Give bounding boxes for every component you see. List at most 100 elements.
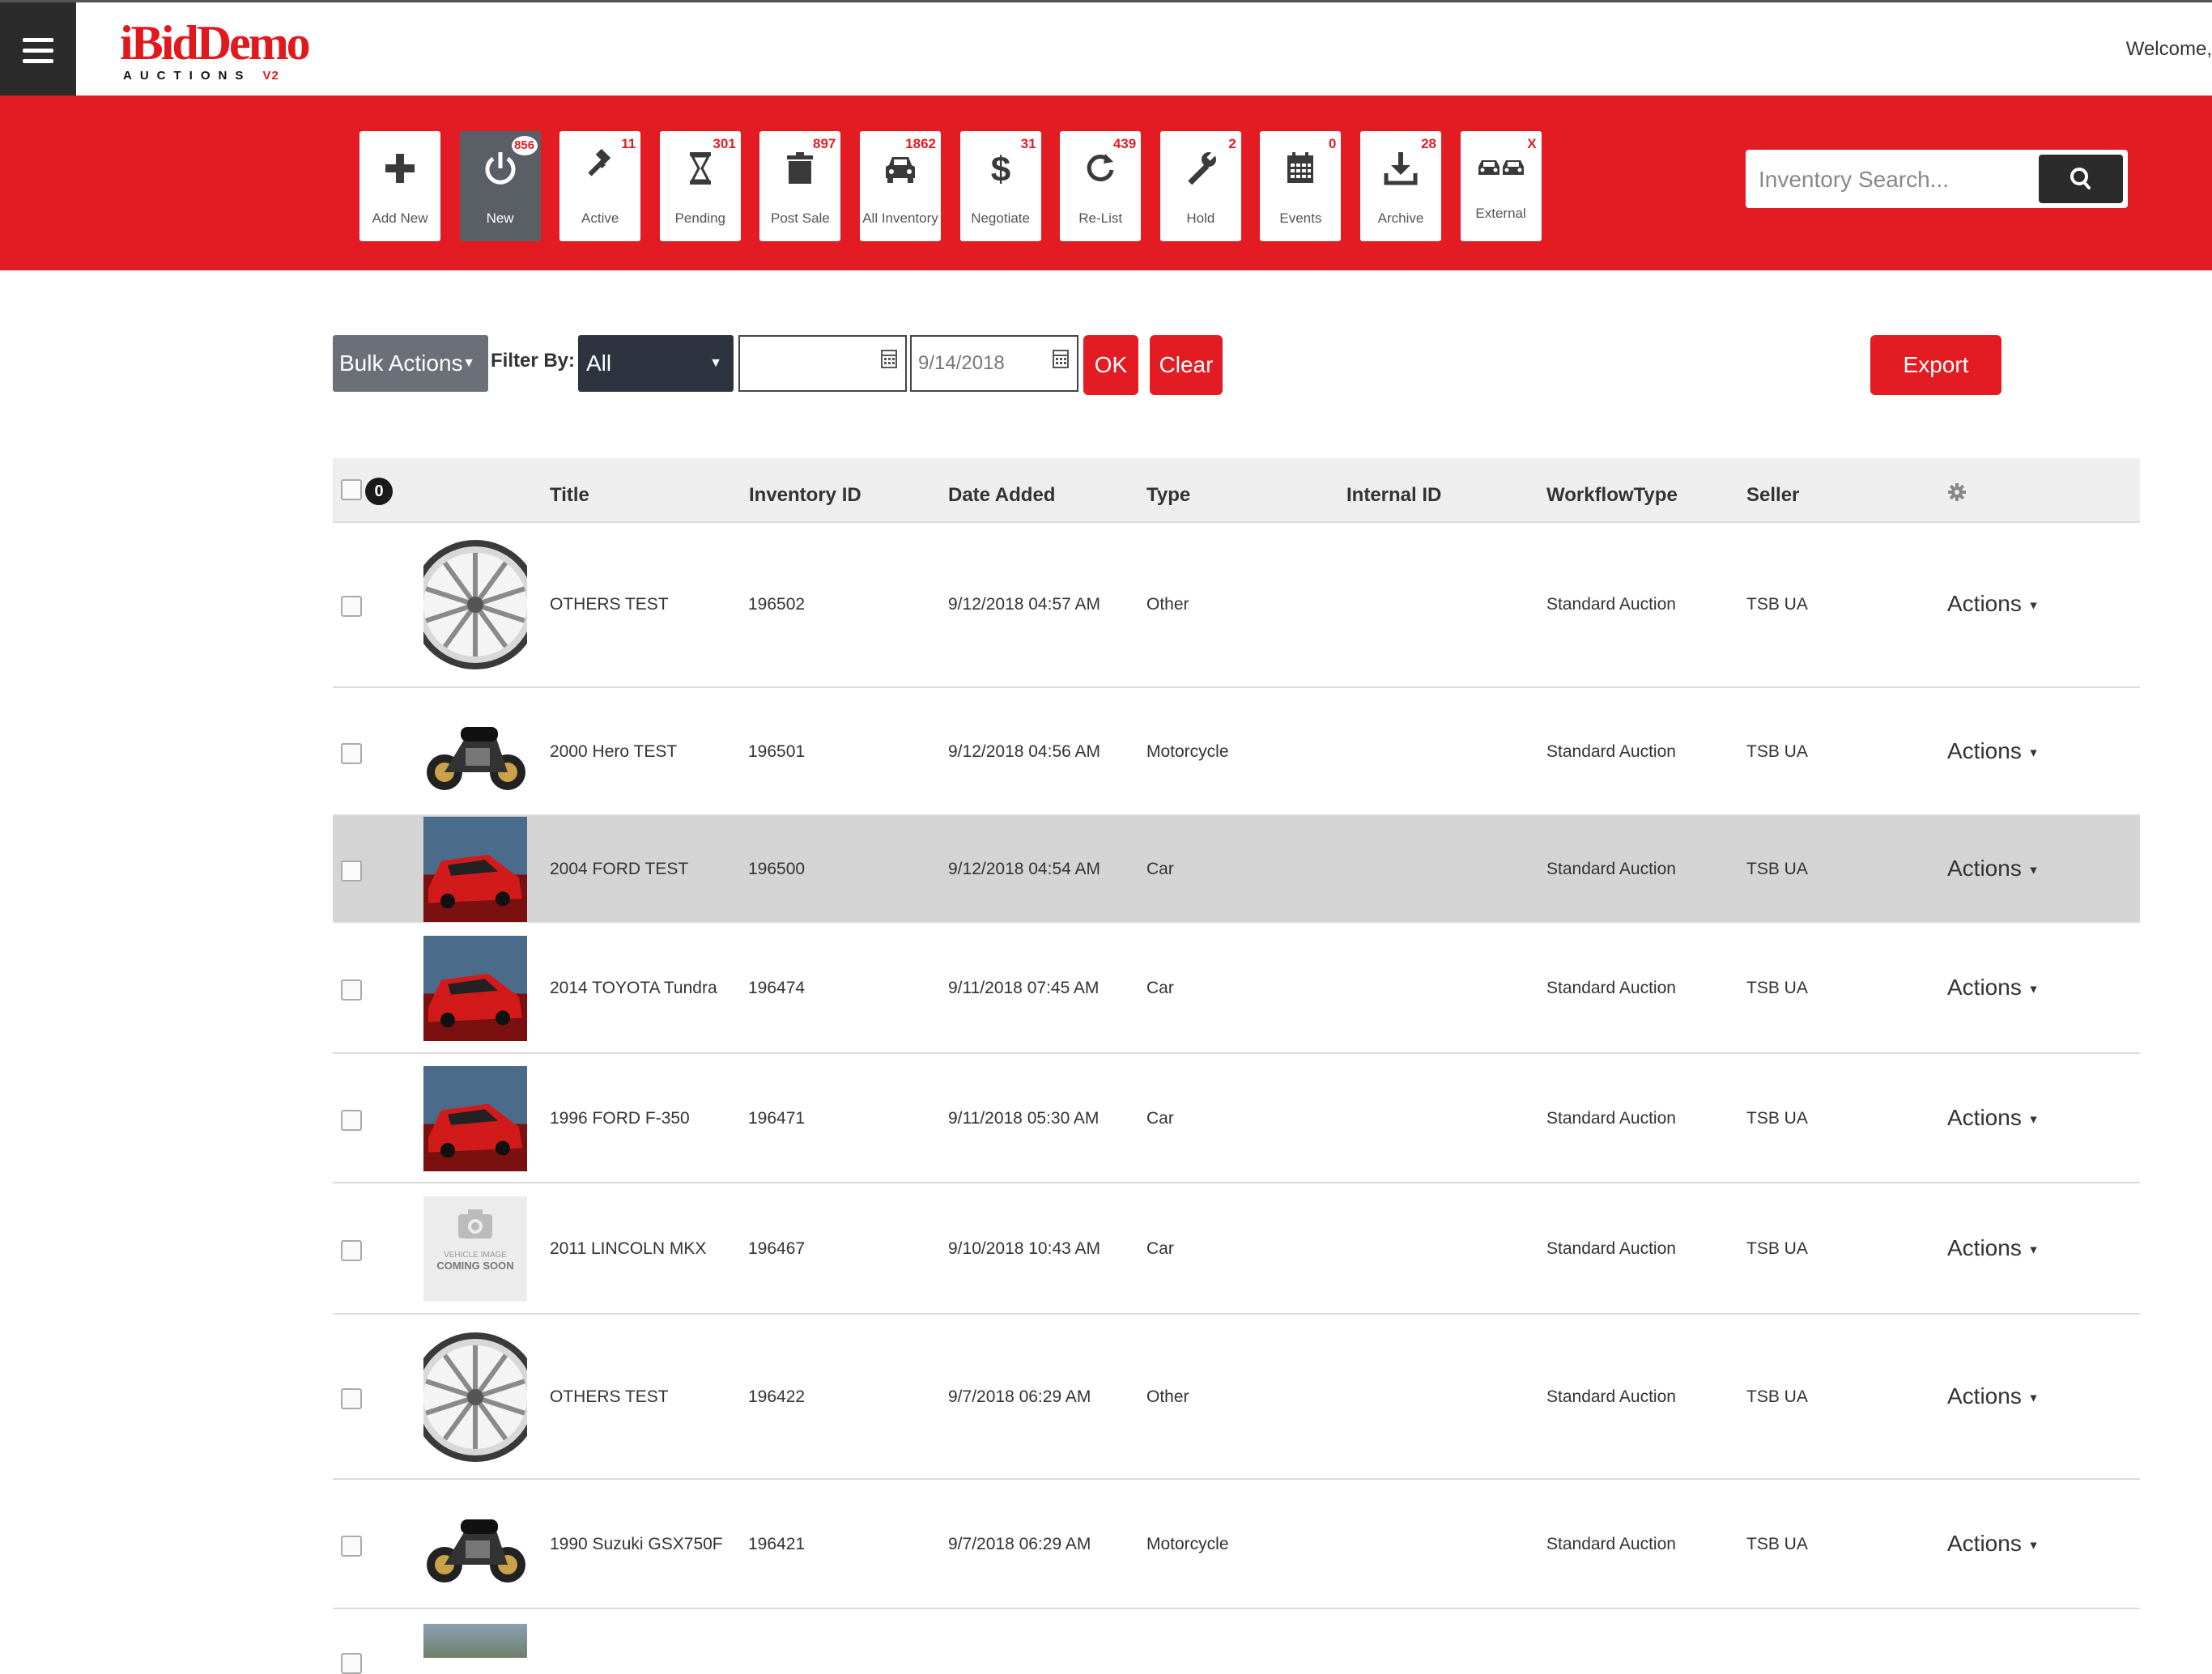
clear-button[interactable]: Clear	[1150, 335, 1223, 395]
calendar-icon[interactable]	[1053, 348, 1069, 369]
table-row[interactable]: OTHERS TEST 196502 9/12/2018 04:57 AM Other…	[333, 521, 2140, 688]
nav-tile-post-sale[interactable]: 897 Post Sale	[759, 131, 841, 241]
table-row[interactable]: 2004 FORD TEST 196500 9/12/2018 04:54 AM Ca…	[333, 816, 2140, 923]
row-title[interactable]: OTHERS TEST	[550, 1387, 669, 1407]
nav-tile-hold[interactable]: 2 Hold	[1159, 131, 1241, 241]
logo-sub: AUCTIONS V2	[123, 69, 308, 83]
row-actions-dropdown[interactable]: Actions ▼	[1947, 1235, 2039, 1261]
vehicle-thumbnail[interactable]	[423, 1066, 527, 1171]
nav-tile-negotiate[interactable]: 31 $ Negotiate	[959, 131, 1041, 241]
row-title[interactable]: 2000 Hero TEST	[550, 742, 677, 762]
row-title[interactable]: 2004 FORD TEST	[550, 860, 688, 879]
export-csv-button[interactable]: Export (CSV)	[1870, 335, 2001, 437]
vehicle-thumbnail[interactable]	[423, 817, 527, 922]
row-seller: TSB UA	[1746, 979, 1808, 997]
date-to-input[interactable]: 9/14/2018	[910, 335, 1078, 392]
row-actions-dropdown[interactable]: Actions ▼	[1947, 975, 2039, 1001]
placeholder-text-1: VEHICLE IMAGE	[444, 1251, 507, 1260]
row-title[interactable]: 2014 TOYOTA Tundra	[550, 979, 717, 998]
calendar-icon	[1260, 149, 1341, 198]
select-all-checkbox[interactable]	[341, 479, 362, 500]
search-input[interactable]	[1757, 158, 2027, 202]
table-row[interactable]: VEHICLE IMAGE COMING SOON 2011 LINCOLN MKX…	[333, 1183, 2140, 1315]
nav-tile-archive[interactable]: 28 Archive	[1360, 131, 1441, 241]
row-checkbox[interactable]	[341, 979, 362, 1001]
vehicle-thumbnail[interactable]	[423, 936, 527, 1041]
tile-label: External	[1475, 206, 1526, 221]
row-checkbox[interactable]	[341, 1240, 362, 1261]
nav-tile-events[interactable]: 0 Events	[1260, 131, 1342, 241]
tile-label: Active	[581, 210, 619, 226]
row-checkbox-partial[interactable]	[341, 1653, 362, 1674]
nav-tile-new[interactable]: 856 New	[459, 131, 541, 241]
row-workflow-type: Standard Auction	[1546, 1535, 1676, 1553]
bulk-actions-dropdown[interactable]: Bulk Actions ▼	[333, 335, 488, 392]
hamburger-menu-button[interactable]	[0, 2, 76, 98]
column-workflow-type[interactable]: WorkflowType	[1546, 484, 1678, 507]
ok-button[interactable]: OK	[1083, 335, 1138, 395]
row-seller: TSB UA	[1746, 1535, 1808, 1553]
caret-down-icon: ▼	[2027, 1243, 2040, 1256]
row-title[interactable]: OTHERS TEST	[550, 595, 669, 614]
tile-label: New	[486, 210, 514, 226]
row-workflow-type: Standard Auction	[1546, 742, 1676, 761]
row-checkbox[interactable]	[341, 1110, 362, 1131]
gear-icon[interactable]	[1947, 482, 1967, 502]
table-row[interactable]: 1996 FORD F-350 196471 9/11/2018 05:30 AM C…	[333, 1054, 2140, 1183]
column-inventory-id[interactable]: Inventory ID	[749, 484, 861, 507]
nav-tile-re-list[interactable]: 439 Re-List	[1060, 131, 1142, 241]
table-row[interactable]: 2000 Hero TEST 196501 9/12/2018 04:56 AM Mo…	[333, 688, 2140, 816]
nav-tile-add-new[interactable]: Add New	[359, 131, 440, 241]
search-button[interactable]	[2039, 155, 2123, 203]
nav-tile-pending[interactable]: 301 Pending	[659, 131, 741, 241]
table-header: 0 Title Inventory ID Date Added Type Int…	[333, 458, 2140, 523]
row-checkbox[interactable]	[341, 860, 362, 882]
row-actions-dropdown[interactable]: Actions ▼	[1947, 856, 2039, 882]
row-actions-dropdown[interactable]: Actions ▼	[1947, 1383, 2039, 1409]
column-type[interactable]: Type	[1146, 484, 1190, 507]
column-title[interactable]: Title	[550, 484, 589, 507]
tile-label: All Inventory	[862, 210, 938, 226]
actions-label: Actions	[1947, 738, 2022, 763]
column-internal-id[interactable]: Internal ID	[1346, 484, 1441, 507]
row-title[interactable]: 1996 FORD F-350	[550, 1109, 690, 1128]
row-actions-dropdown[interactable]: Actions ▼	[1947, 738, 2039, 764]
vehicle-thumbnail[interactable]	[423, 707, 527, 797]
row-checkbox[interactable]	[341, 596, 362, 617]
row-checkbox[interactable]	[341, 743, 362, 764]
row-workflow-type: Standard Auction	[1546, 595, 1676, 614]
logo-sub-text: AUCTIONS	[123, 69, 252, 83]
tile-label: Archive	[1377, 210, 1424, 226]
row-actions-dropdown[interactable]: Actions ▼	[1947, 1105, 2039, 1131]
table-row[interactable]: 1990 Suzuki GSX750F 196421 9/7/2018 06:29 …	[333, 1480, 2140, 1609]
row-workflow-type: Standard Auction	[1546, 1387, 1676, 1406]
table-row[interactable]: OTHERS TEST 196422 9/7/2018 06:29 AM Other S…	[333, 1315, 2140, 1480]
nav-tile-active[interactable]: 11 Active	[559, 131, 641, 241]
row-date-added: 9/12/2018 04:56 AM	[948, 742, 1100, 761]
row-actions-dropdown[interactable]: Actions ▼	[1947, 1531, 2039, 1557]
logo[interactable]: iBidDemo AUCTIONS V2	[120, 19, 311, 83]
column-seller[interactable]: Seller	[1746, 484, 1799, 507]
vehicle-thumbnail[interactable]	[410, 1329, 540, 1465]
row-type: Car	[1146, 860, 1174, 878]
row-checkbox[interactable]	[341, 1388, 362, 1409]
row-title[interactable]: 1990 Suzuki GSX750F	[550, 1535, 723, 1554]
filter-select[interactable]: All ▼	[578, 335, 734, 392]
row-inventory-id: 196467	[748, 1239, 806, 1258]
row-type: Other	[1146, 1387, 1189, 1406]
vehicle-thumbnail[interactable]	[410, 537, 540, 673]
row-checkbox[interactable]	[341, 1536, 362, 1557]
calendar-icon[interactable]	[881, 348, 897, 369]
row-actions-dropdown[interactable]: Actions ▼	[1947, 591, 2039, 617]
search-icon	[2070, 168, 2091, 189]
column-date-added[interactable]: Date Added	[948, 484, 1055, 507]
nav-tile-all-inventory[interactable]: 1862 All Inventory	[860, 131, 941, 241]
actions-label: Actions	[1947, 1235, 2022, 1260]
date-from-input[interactable]	[738, 335, 907, 392]
vehicle-thumbnail[interactable]	[423, 1500, 527, 1589]
row-title[interactable]: 2011 LINCOLN MKX	[550, 1239, 706, 1259]
top-bar: iBidDemo AUCTIONS V2 Welcome,	[0, 0, 2212, 98]
table-row[interactable]: 2014 TOYOTA Tundra 196474 9/11/2018 07:45 …	[333, 923, 2140, 1054]
nav-tile-external[interactable]: X External	[1460, 131, 1542, 241]
row-workflow-type: Standard Auction	[1546, 860, 1676, 878]
